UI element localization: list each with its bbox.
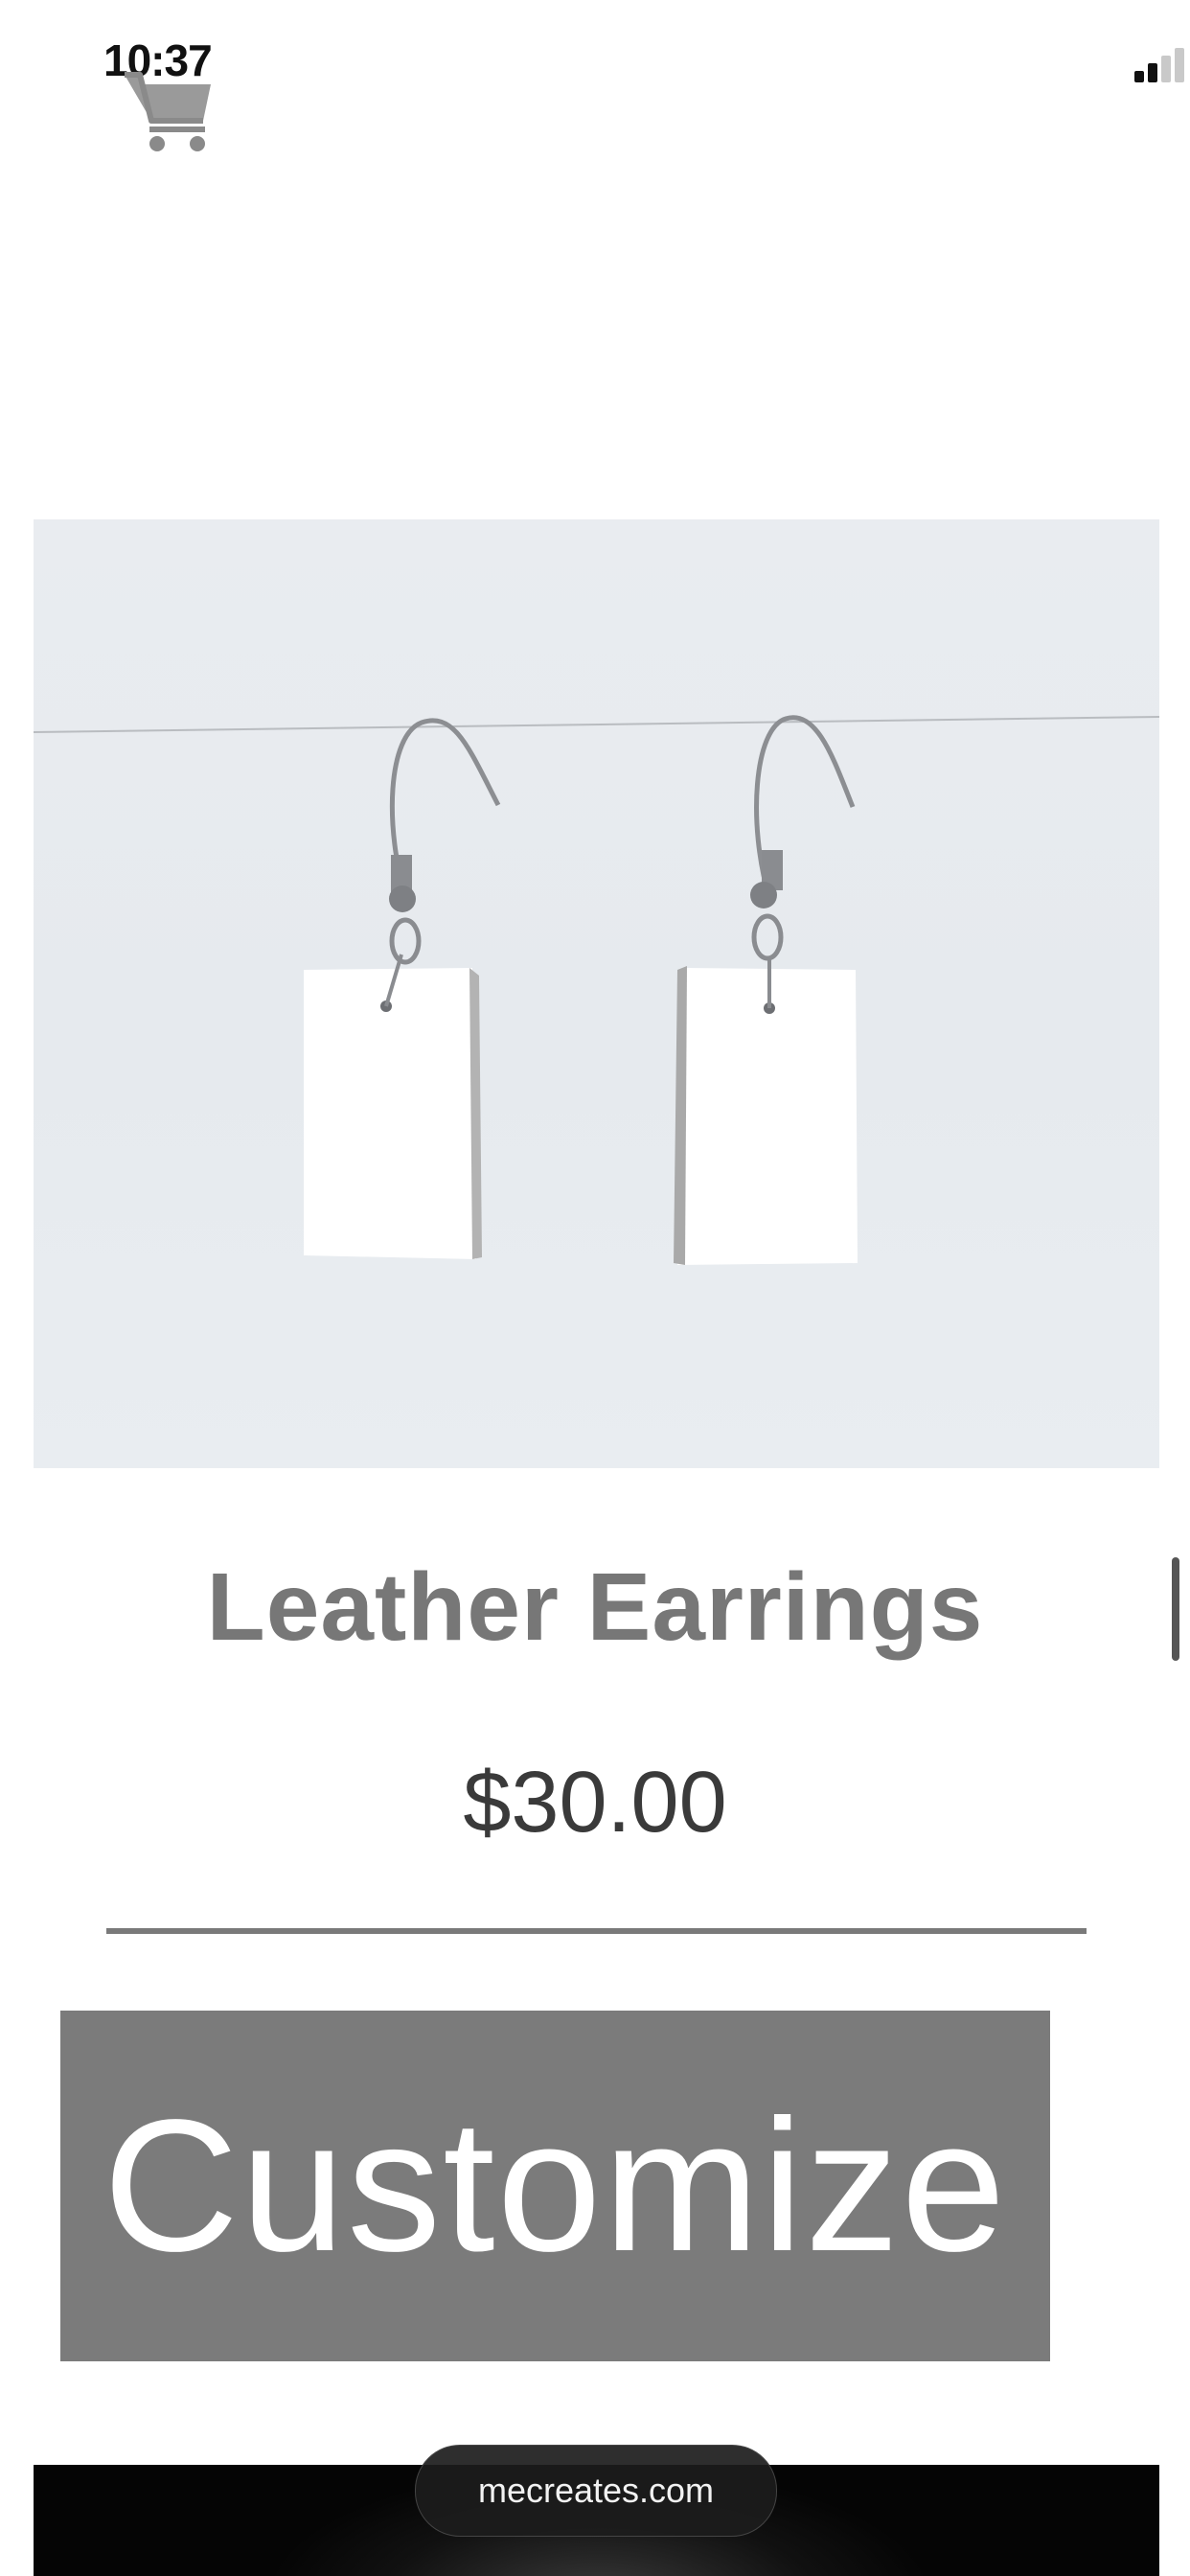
product-image bbox=[34, 519, 1159, 1468]
left-earring bbox=[304, 718, 501, 1259]
browser-url-pill[interactable]: mecreates.com bbox=[415, 2445, 777, 2537]
right-earring bbox=[674, 715, 858, 1265]
signal-icon bbox=[1134, 48, 1184, 82]
divider bbox=[106, 1928, 1087, 1934]
leather-earrings-image bbox=[34, 715, 1159, 1265]
scroll-indicator[interactable] bbox=[1172, 1557, 1179, 1661]
cart-icon[interactable] bbox=[123, 67, 215, 153]
product-title: Leather Earrings bbox=[206, 1553, 984, 1661]
product-price: $30.00 bbox=[463, 1755, 727, 1851]
customize-button[interactable]: Customize bbox=[60, 2011, 1050, 2361]
product-page: 10:37 Leather Earrings $30.00 Customize … bbox=[0, 0, 1190, 2576]
